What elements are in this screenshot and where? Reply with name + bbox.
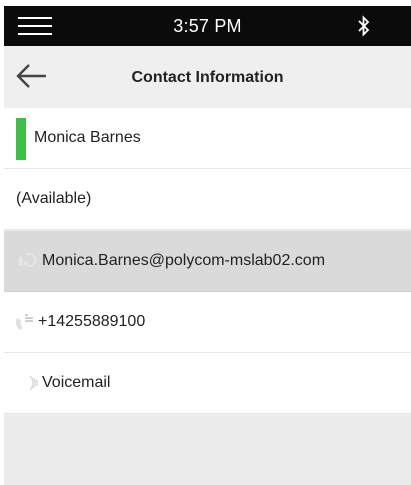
work-phone-row[interactable]: +14255889100 (4, 292, 411, 353)
status-bar: 3:57 PM (4, 6, 411, 46)
presence-status-row: (Available) (4, 169, 411, 230)
header: Contact Information (4, 46, 411, 109)
voicemail-row[interactable]: Voicemail (4, 353, 411, 414)
lync-call-icon (18, 252, 37, 267)
bluetooth-icon (358, 15, 370, 37)
voicemail-label: Voicemail (42, 374, 111, 391)
empty-area (4, 414, 411, 485)
contact-email: Monica.Barnes@polycom-mslab02.com (42, 252, 326, 269)
lync-call-row[interactable]: Monica.Barnes@polycom-mslab02.com (4, 231, 411, 292)
presence-indicator (16, 118, 26, 160)
page-title: Contact Information (131, 69, 284, 86)
contact-name-row: Monica Barnes (4, 108, 411, 169)
contact-name: Monica Barnes (34, 129, 141, 146)
contact-phone: +14255889100 (38, 313, 146, 330)
presence-status: (Available) (16, 190, 92, 207)
status-time: 3:57 PM (173, 16, 242, 36)
work-phone-call-icon (16, 314, 33, 330)
phone-screen: 3:57 PM Contact Information Monica Barne… (4, 6, 411, 485)
